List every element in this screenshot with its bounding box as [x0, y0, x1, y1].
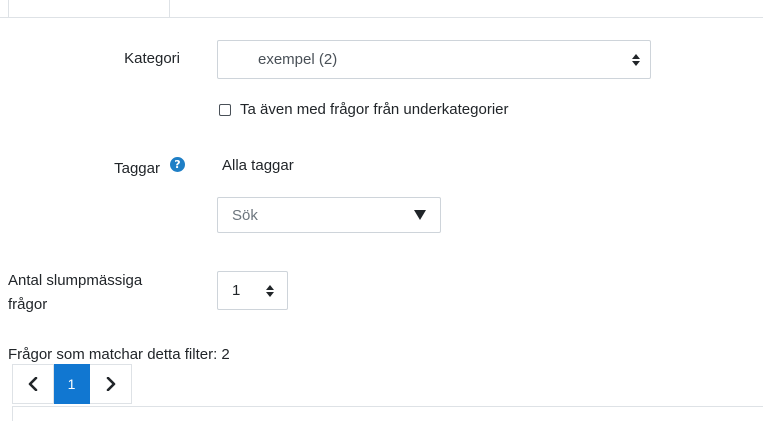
question-list-border	[12, 406, 763, 407]
triangle-down-icon	[414, 210, 426, 220]
tags-label: Taggar	[114, 160, 160, 177]
pagination-page-button[interactable]: 1	[54, 364, 90, 404]
tag-search-placeholder: Sök	[232, 207, 258, 224]
tab-fragment[interactable]: ˙	[245, 0, 250, 8]
include-subcategories-label: Ta även med frågor från underkategorier	[240, 101, 509, 118]
pagination: 1	[12, 364, 132, 404]
tab-fragment[interactable]: ˙	[200, 0, 205, 8]
random-count-label-line2: frågor	[8, 296, 48, 313]
tags-value: Alla taggar	[222, 157, 294, 174]
random-count-label-line1: Antal slumpmässiga	[8, 272, 143, 289]
question-list-border	[12, 406, 13, 421]
include-subcategories-checkbox[interactable]	[219, 104, 231, 116]
random-count-label: Antal slumpmässiga frågor	[8, 269, 142, 317]
random-count-value: 1	[232, 282, 241, 299]
pagination-next-button[interactable]	[90, 364, 132, 404]
chevron-left-icon	[28, 377, 38, 391]
pagination-prev-button[interactable]	[12, 364, 54, 404]
tag-search-dropdown[interactable]: Sök	[217, 197, 441, 233]
category-select-value: exempel (2)	[258, 51, 338, 68]
sort-updown-icon	[632, 53, 640, 66]
tab-fragment: ˙	[79, 0, 84, 5]
sort-updown-icon	[266, 284, 274, 297]
tab-fragment: ˙	[124, 0, 129, 5]
question-circle-icon[interactable]: ?	[170, 157, 185, 172]
chevron-right-icon	[106, 377, 115, 391]
random-count-select[interactable]: 1	[217, 271, 288, 310]
tab-active[interactable]: ˙ ˙	[8, 0, 170, 17]
category-label: Kategori	[124, 50, 180, 67]
matching-count-text: Frågor som matchar detta filter: 2	[8, 346, 230, 363]
category-select[interactable]: exempel (2)	[217, 40, 651, 79]
